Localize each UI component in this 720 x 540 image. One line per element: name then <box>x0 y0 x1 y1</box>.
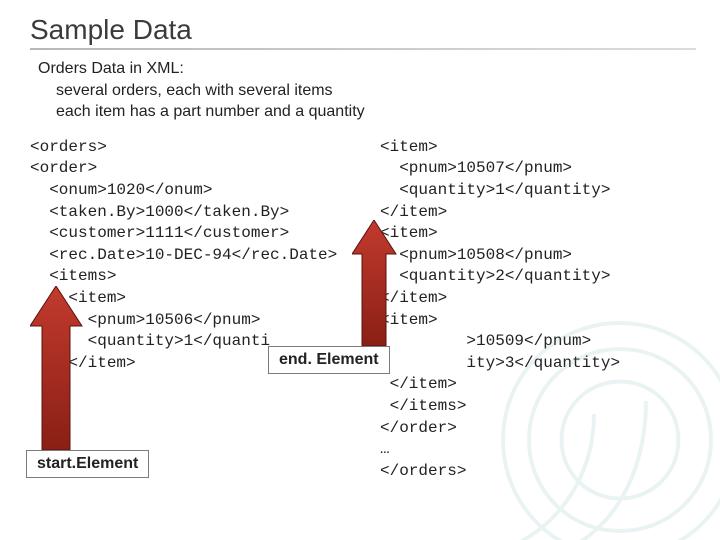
callout-start-element: start.Element <box>26 450 149 478</box>
page-title: Sample Data <box>30 14 696 46</box>
title-rule <box>30 48 696 50</box>
intro-line-1: Orders Data in XML: <box>38 58 696 80</box>
intro-line-3: each item has a part number and a quanti… <box>38 101 696 123</box>
intro-block: Orders Data in XML: several orders, each… <box>38 58 696 123</box>
slide: Sample Data Orders Data in XML: several … <box>0 0 720 540</box>
callout-end-element: end. Element <box>268 346 390 374</box>
arrow-start-element <box>30 286 100 454</box>
arrow-end-element <box>352 220 412 350</box>
intro-line-2: several orders, each with several items <box>38 80 696 102</box>
code-right: <item> <pnum>10507</pnum> <quantity>1</q… <box>380 137 696 483</box>
